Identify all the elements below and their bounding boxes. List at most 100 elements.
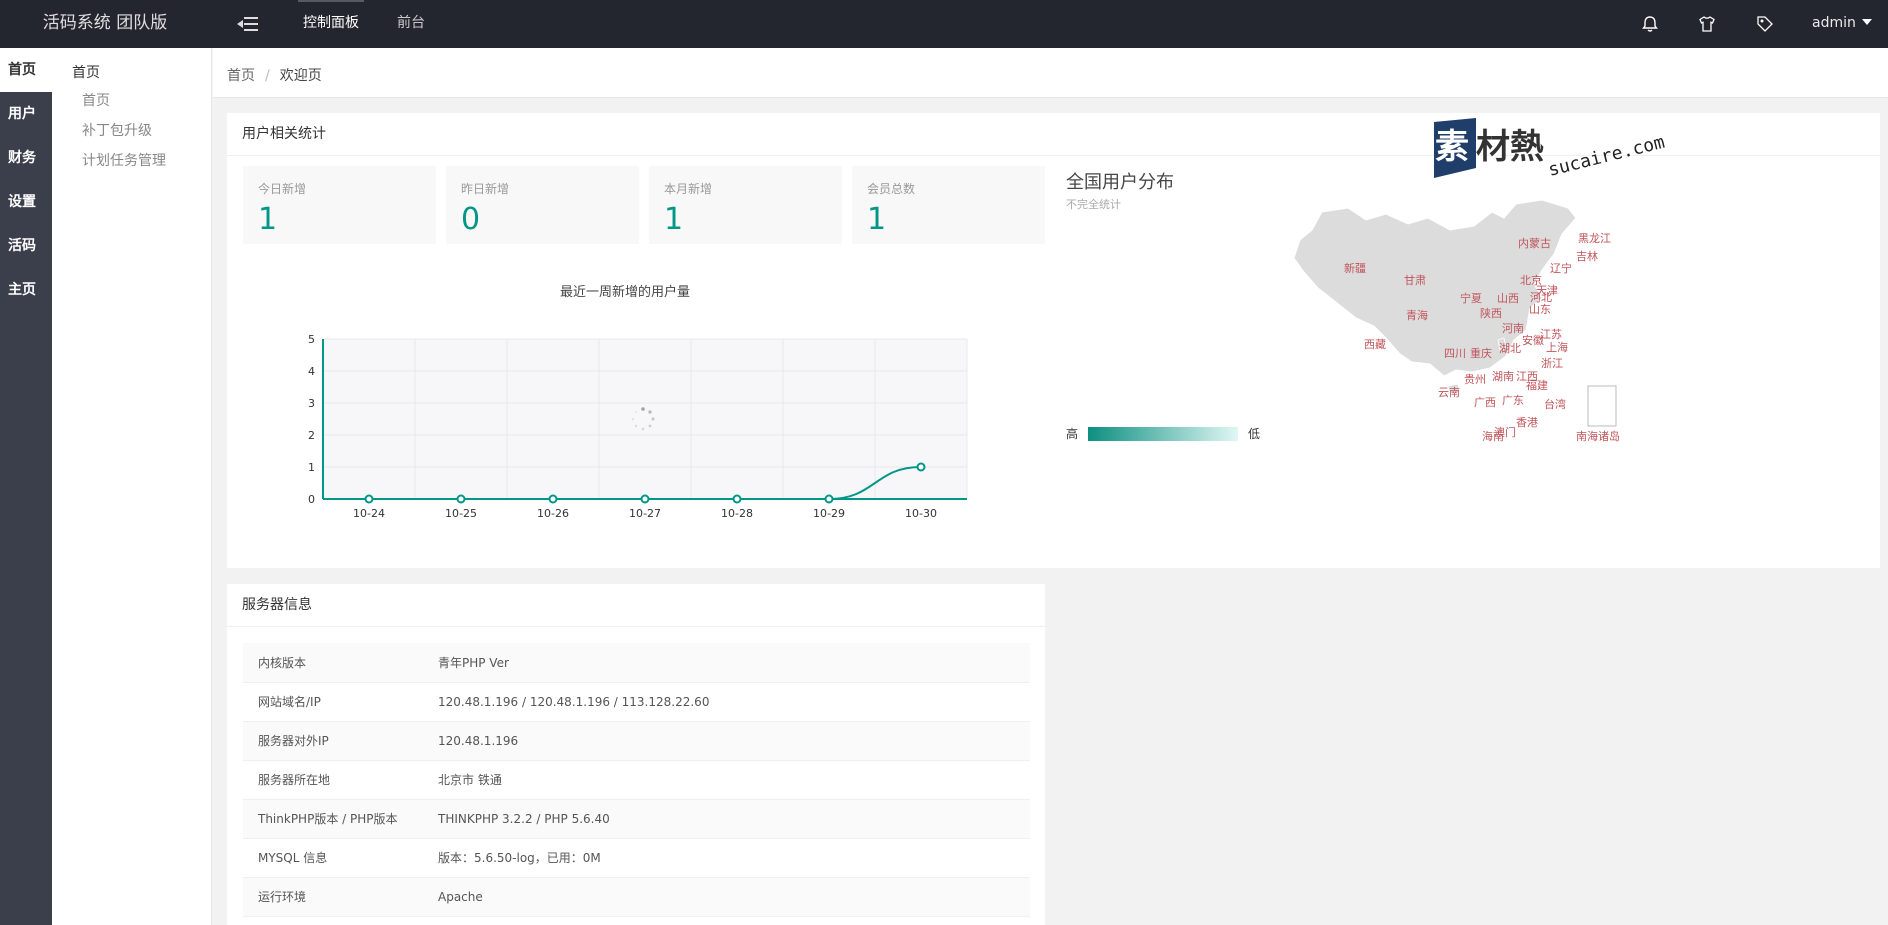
info-key: MYSQL 信息 bbox=[258, 851, 328, 865]
nav-frontend[interactable]: 前台 bbox=[378, 0, 444, 48]
shirt-icon[interactable] bbox=[1697, 14, 1717, 34]
stat-today-new: 今日新增 1 bbox=[243, 166, 436, 244]
province-label[interactable]: 青海 bbox=[1406, 307, 1428, 323]
user-menu[interactable]: admin bbox=[1812, 0, 1872, 46]
rail-item-mainpage[interactable]: 主页 bbox=[0, 268, 52, 312]
province-label[interactable]: 四川 bbox=[1444, 345, 1466, 361]
rail-item-finance[interactable]: 财务 bbox=[0, 136, 52, 180]
x-tick-label: 10-26 bbox=[537, 507, 569, 520]
info-key: 网站域名/IP bbox=[258, 695, 321, 709]
province-label[interactable]: 重庆 bbox=[1470, 345, 1492, 361]
stat-total-members: 会员总数 1 bbox=[852, 166, 1045, 244]
svg-text:sucaire.com: sucaire.com bbox=[1546, 132, 1667, 181]
province-label[interactable]: 宁夏 bbox=[1460, 290, 1482, 306]
province-label[interactable]: 西藏 bbox=[1364, 336, 1386, 352]
info-value: 青年PHP Ver bbox=[438, 655, 509, 670]
province-label[interactable]: 广东 bbox=[1502, 392, 1524, 408]
province-label[interactable]: 山东 bbox=[1529, 301, 1551, 317]
side-rail: 首页 用户 财务 设置 活码 主页 bbox=[0, 48, 52, 925]
y-tick-label: 0 bbox=[308, 493, 315, 506]
province-label[interactable]: 台湾 bbox=[1544, 396, 1566, 412]
nav-dashboard[interactable]: 控制面板 bbox=[284, 0, 378, 48]
data-point[interactable] bbox=[640, 494, 650, 504]
submenu-title: 首页 bbox=[72, 65, 100, 81]
table-row: 内核版本 青年PHP Ver bbox=[243, 643, 1030, 682]
province-label[interactable]: 陕西 bbox=[1480, 305, 1502, 321]
submenu-item-home[interactable]: 首页 bbox=[52, 86, 211, 116]
province-label[interactable]: 香港 bbox=[1516, 414, 1538, 430]
chevron-down-icon bbox=[1861, 19, 1872, 25]
sub-menu: 首页 首页 补丁包升级 计划任务管理 bbox=[52, 48, 212, 925]
province-label[interactable]: 黑龙江 bbox=[1578, 230, 1611, 246]
rail-item-settings[interactable]: 设置 bbox=[0, 180, 52, 224]
chart-title: 最近一周新增的用户量 bbox=[560, 285, 691, 300]
data-point[interactable] bbox=[548, 494, 558, 504]
app-logo[interactable]: 活码系统 团队版 bbox=[0, 0, 210, 48]
top-nav: 控制面板 前台 bbox=[284, 0, 444, 48]
bell-icon[interactable] bbox=[1640, 14, 1660, 34]
data-point[interactable] bbox=[824, 494, 834, 504]
province-label[interactable]: 浙江 bbox=[1541, 355, 1563, 371]
svg-text:材熱: 材熱 bbox=[1476, 127, 1544, 167]
legend-low-label: 低 bbox=[1248, 427, 1261, 441]
y-tick-label: 2 bbox=[308, 429, 315, 442]
data-point[interactable] bbox=[364, 494, 374, 504]
tag-icon[interactable] bbox=[1755, 14, 1775, 34]
breadcrumb-home[interactable]: 首页 bbox=[227, 68, 255, 84]
stat-month-new: 本月新增 1 bbox=[649, 166, 842, 244]
province-label[interactable]: 湖南 bbox=[1492, 368, 1514, 384]
menu-toggle-icon[interactable] bbox=[236, 14, 260, 34]
province-label[interactable]: 吉林 bbox=[1576, 248, 1598, 264]
province-label[interactable]: 云南 bbox=[1438, 384, 1460, 400]
stat-label: 今日新增 bbox=[258, 182, 307, 196]
province-label[interactable]: 安徽 bbox=[1522, 332, 1544, 348]
x-tick-label: 10-25 bbox=[445, 507, 477, 520]
stat-label: 昨日新增 bbox=[461, 182, 510, 196]
province-label[interactable]: 新疆 bbox=[1344, 260, 1366, 276]
x-tick-label: 10-27 bbox=[629, 507, 661, 520]
rail-item-users[interactable]: 用户 bbox=[0, 92, 52, 136]
province-label[interactable]: 上海 bbox=[1546, 339, 1568, 355]
data-point[interactable] bbox=[916, 462, 926, 472]
data-point[interactable] bbox=[732, 494, 742, 504]
data-point[interactable] bbox=[456, 494, 466, 504]
info-value: 北京市 铁通 bbox=[438, 773, 502, 787]
table-row: MYSQL 信息 版本：5.6.50-log，已用：0M bbox=[243, 838, 1030, 877]
breadcrumb-current: 欢迎页 bbox=[279, 68, 322, 84]
table-row: 网站域名/IP 120.48.1.196 / 120.48.1.196 / 113… bbox=[243, 682, 1030, 721]
y-tick-label: 5 bbox=[308, 333, 315, 346]
top-header: 活码系统 团队版 控制面板 前台 admin bbox=[0, 0, 1888, 48]
info-key: 内核版本 bbox=[258, 655, 307, 670]
table-row: 服务器对外IP 120.48.1.196 bbox=[243, 721, 1030, 760]
province-label[interactable]: 贵州 bbox=[1464, 371, 1486, 387]
info-value: 120.48.1.196 / 120.48.1.196 / 113.128.22… bbox=[438, 694, 710, 709]
stat-value: 1 bbox=[664, 202, 684, 237]
y-tick-label: 3 bbox=[308, 397, 315, 410]
sucaire-watermark-logo: 素 材熱 sucaire.com bbox=[1434, 118, 1667, 181]
stat-value: 1 bbox=[258, 202, 278, 237]
info-value: 版本：5.6.50-log，已用：0M bbox=[438, 851, 601, 865]
rail-item-home[interactable]: 首页 bbox=[0, 48, 52, 92]
province-label[interactable]: 广西 bbox=[1474, 394, 1496, 410]
province-label[interactable]: 湖北 bbox=[1499, 340, 1521, 356]
legend-high-label: 高 bbox=[1066, 427, 1079, 441]
province-label[interactable]: 甘肃 bbox=[1404, 272, 1426, 288]
province-label[interactable]: 内蒙古 bbox=[1518, 235, 1551, 251]
rail-item-livecode[interactable]: 活码 bbox=[0, 224, 52, 268]
stat-yesterday-new: 昨日新增 0 bbox=[446, 166, 639, 244]
stat-label: 本月新增 bbox=[664, 182, 713, 196]
province-label[interactable]: 南海诸岛 bbox=[1576, 428, 1620, 444]
submenu-item-scheduled-tasks[interactable]: 计划任务管理 bbox=[52, 146, 211, 176]
y-tick-label: 4 bbox=[308, 365, 315, 378]
province-label[interactable]: 辽宁 bbox=[1550, 260, 1572, 276]
map-title: 全国用户分布 bbox=[1066, 172, 1174, 193]
table-row: 服务器所在地 北京市 铁通 bbox=[243, 760, 1030, 799]
province-label[interactable]: 河南 bbox=[1502, 320, 1524, 336]
info-value: 120.48.1.196 bbox=[438, 733, 519, 748]
province-label[interactable]: 福建 bbox=[1526, 377, 1548, 393]
province-label[interactable]: 海南 bbox=[1482, 428, 1504, 444]
submenu-item-patch-upgrade[interactable]: 补丁包升级 bbox=[52, 116, 211, 146]
legend-color-bar bbox=[1088, 427, 1238, 441]
province-label[interactable]: 山西 bbox=[1497, 290, 1519, 306]
user-name: admin bbox=[1812, 15, 1856, 31]
